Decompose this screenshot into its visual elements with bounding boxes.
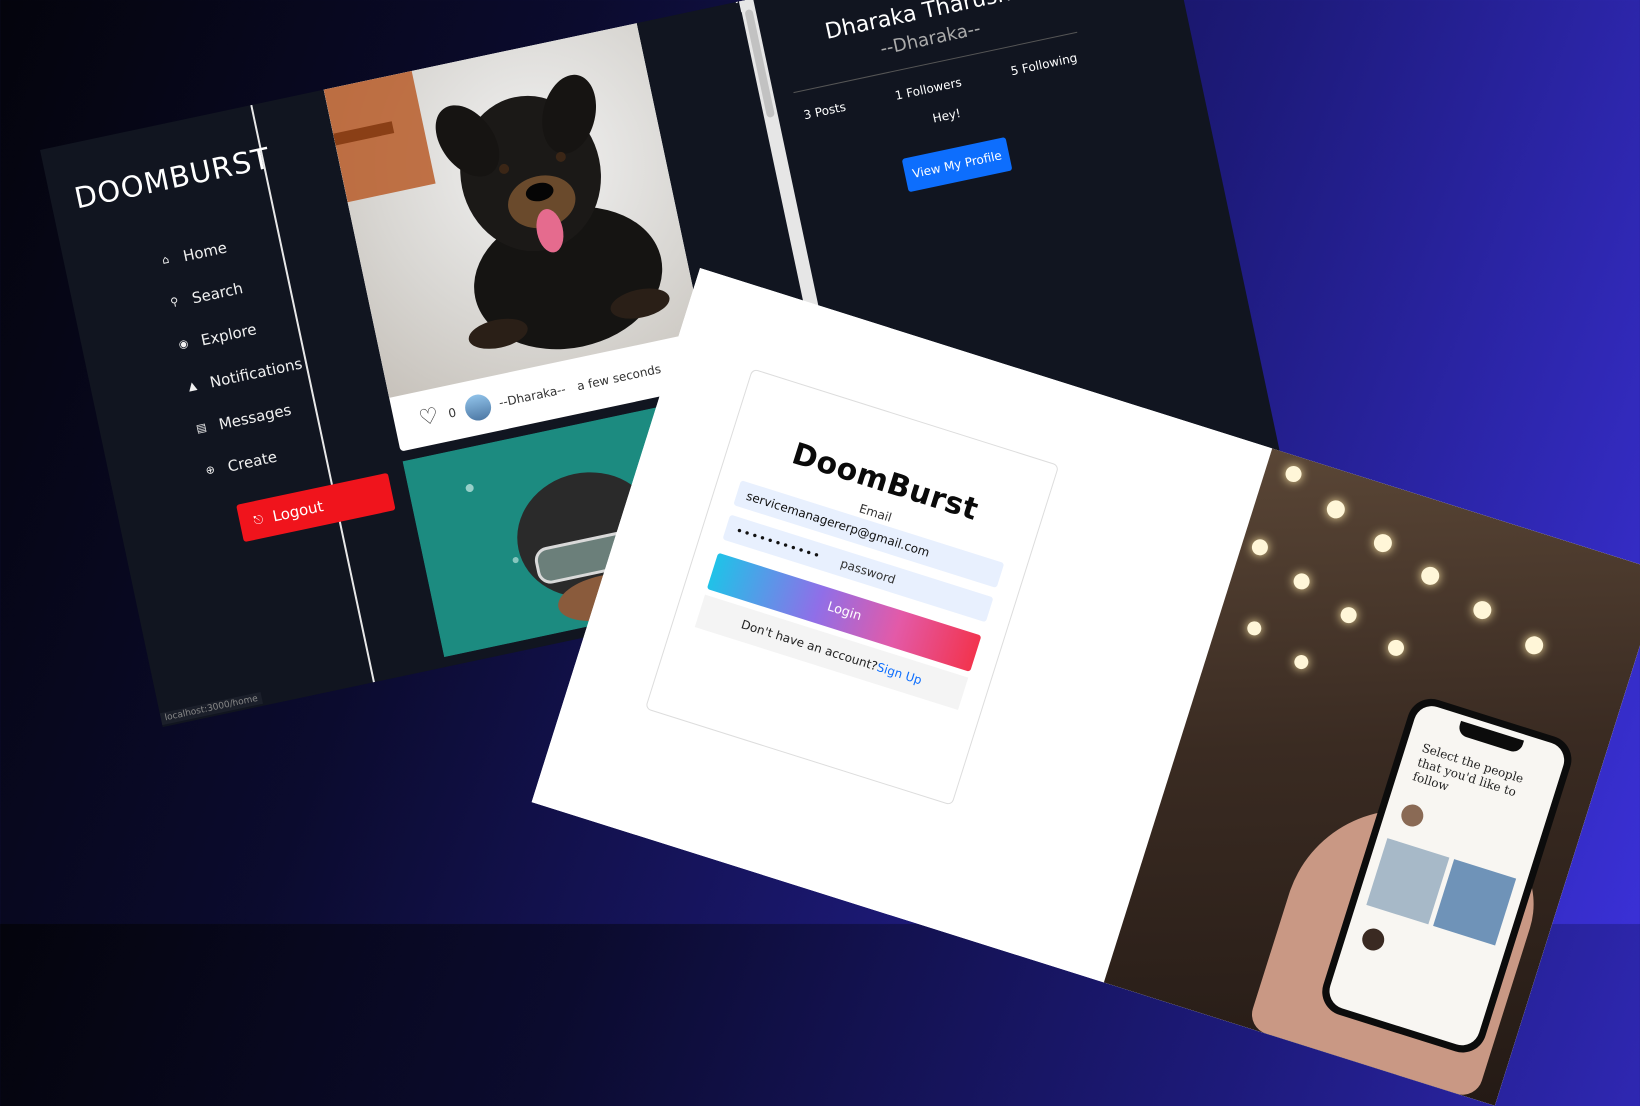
sidebar-item-label: Home: [181, 238, 229, 265]
logout-label: Logout: [270, 497, 325, 526]
bokeh-light: [1418, 564, 1442, 588]
bokeh-light: [1324, 498, 1348, 521]
bokeh-light: [1522, 634, 1546, 657]
bokeh-light: [1291, 571, 1312, 592]
bokeh-light: [1385, 637, 1407, 658]
post-image[interactable]: [320, 8, 703, 398]
login-screenshot: DoomBurst Email servicemanagererp@gmail.…: [531, 268, 1640, 1106]
password-placeholder: password: [838, 556, 898, 587]
following-count[interactable]: 5 Following: [1009, 51, 1078, 79]
sidebar-item-label: Search: [190, 278, 245, 307]
bokeh-light: [1283, 463, 1304, 485]
bokeh-light: [1292, 653, 1311, 671]
author-avatar[interactable]: [462, 391, 494, 423]
post-author[interactable]: --Dharaka--: [497, 382, 566, 410]
search-icon: ⚲: [169, 294, 180, 310]
heart-icon[interactable]: ♡: [417, 403, 442, 432]
sidebar-item-label: Explore: [199, 319, 258, 349]
avatar: [1398, 801, 1427, 830]
phone-screen: Select the people that you'd like to fol…: [1324, 701, 1569, 1050]
bell-icon: ▲: [186, 378, 198, 394]
status-url: localhost:3000/home: [159, 692, 263, 726]
bokeh-light: [1471, 598, 1494, 622]
followers-count[interactable]: 1 Followers: [894, 75, 963, 103]
sidebar-item-label: Messages: [217, 400, 293, 434]
view-profile-button[interactable]: View My Profile: [901, 136, 1013, 193]
phone-screen-title: Select the people that you'd like to fol…: [1411, 740, 1526, 800]
bokeh-light: [1249, 537, 1270, 558]
brand-logo: DOOMBURST: [71, 140, 274, 216]
compass-icon: ◉: [177, 336, 190, 352]
plus-circle-icon: ⊕: [204, 462, 217, 478]
bokeh-light: [1371, 531, 1395, 555]
puppy-image: [320, 56, 670, 350]
post-time: a few seconds: [575, 361, 663, 393]
post-card[interactable]: ♡ 0 --Dharaka-- a few seconds: [320, 8, 714, 452]
bokeh-light: [1338, 605, 1359, 626]
phone-notch: [1456, 720, 1525, 755]
bokeh-light: [1245, 619, 1264, 638]
login-card: DoomBurst Email servicemanagererp@gmail.…: [644, 368, 1060, 806]
photo-thumb: [1433, 859, 1517, 946]
sidebar-item-label: Notifications: [208, 353, 304, 392]
home-icon: ⌂: [160, 252, 171, 267]
sidebar-item-label: Create: [226, 447, 279, 476]
avatar: [1359, 925, 1388, 954]
message-icon: ▤: [194, 420, 208, 436]
logout-icon: ⎋: [252, 511, 265, 528]
like-count: 0: [446, 404, 458, 421]
signup-link[interactable]: Sign Up: [875, 660, 923, 687]
posts-count[interactable]: 3 Posts: [802, 100, 847, 123]
